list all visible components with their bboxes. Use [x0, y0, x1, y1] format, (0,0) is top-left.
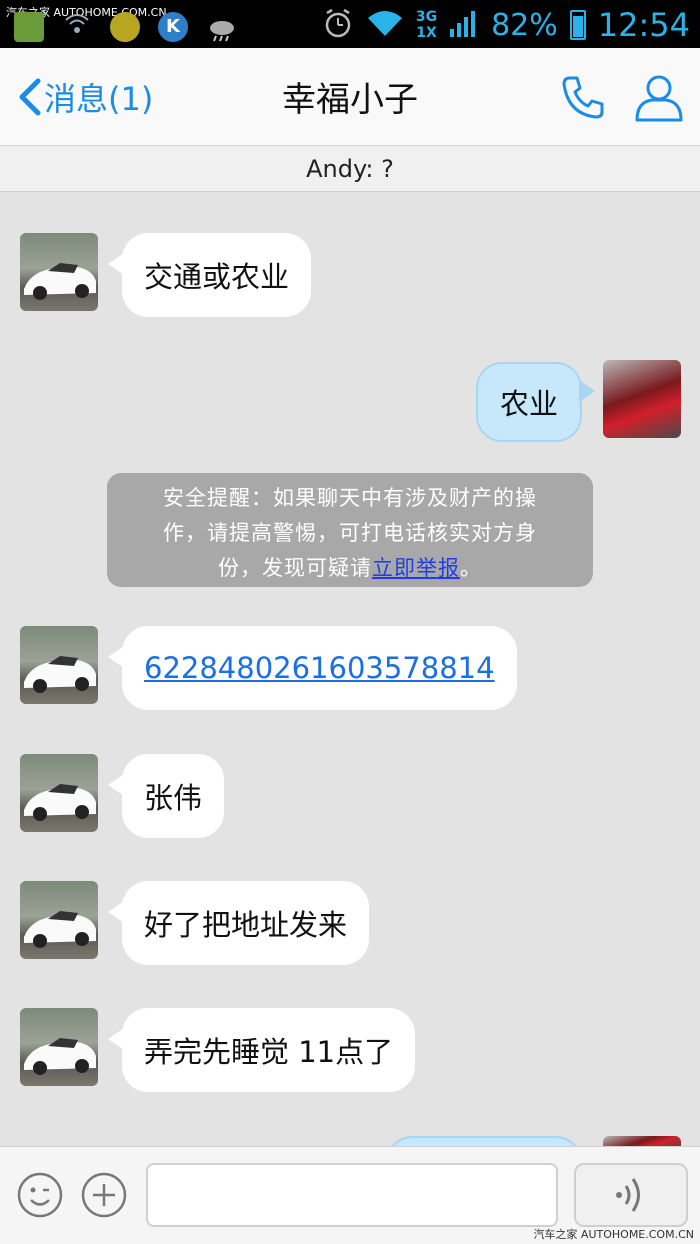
status-bar: 汽车之家 AUTOHOME.COM.CN K 3G 1X 82% 12:54	[0, 0, 700, 48]
title-bar: 消息(1) 幸福小子	[0, 48, 700, 146]
clock: 12:54	[597, 6, 690, 44]
emoji-button[interactable]	[16, 1171, 64, 1219]
message-bubble-link[interactable]: 6228480261603578814	[108, 626, 517, 710]
wifi-hotspot-icon	[62, 12, 92, 46]
k-app-icon: K	[158, 12, 188, 42]
profile-icon	[635, 75, 683, 122]
avatar[interactable]	[20, 233, 98, 311]
message-input[interactable]	[146, 1163, 558, 1227]
network-type: 3G 1X	[415, 9, 438, 41]
wifi-icon	[366, 8, 404, 42]
last-message-notice[interactable]: Andy: ?	[0, 146, 700, 192]
voice-icon	[616, 1178, 640, 1212]
message-bubble[interactable]: 交通或农业	[107, 233, 312, 317]
weather-icon	[206, 12, 238, 46]
voice-button[interactable]	[574, 1163, 688, 1227]
alarm-icon	[322, 7, 354, 43]
message-bubble[interactable]: 弄完先睡觉 11点了	[107, 1008, 416, 1092]
notification-icons: K	[14, 12, 238, 46]
call-button[interactable]	[558, 72, 608, 122]
signal-icon	[449, 9, 479, 41]
app-icon	[14, 12, 44, 42]
avatar[interactable]	[20, 626, 98, 704]
avatar[interactable]	[20, 1008, 98, 1086]
profile-button[interactable]	[632, 70, 686, 124]
plus-button[interactable]	[80, 1171, 128, 1219]
phone-icon	[562, 76, 604, 119]
system-status: 3G 1X 82% 12:54	[322, 6, 690, 44]
message-bubble[interactable]: 张伟	[107, 754, 225, 838]
watermark: 汽车之家 AUTOHOME.COM.CN	[533, 1228, 694, 1241]
back-label: 消息(1)	[44, 80, 154, 118]
battery-icon	[569, 10, 586, 40]
plus-icon	[81, 1172, 127, 1218]
safety-notice: 安全提醒：如果聊天中有涉及财产的操 作，请提高警惕，可打电话核实对方身 份，发现…	[107, 473, 593, 587]
avatar[interactable]	[20, 881, 98, 959]
avatar[interactable]	[20, 754, 98, 832]
message-bubble[interactable]: 好了把地址发来	[107, 881, 370, 965]
report-link[interactable]: 立即举报	[372, 556, 460, 580]
back-button[interactable]: 消息(1)	[16, 74, 153, 120]
battery-percent: 82%	[491, 7, 558, 43]
emoji-icon	[17, 1172, 63, 1218]
message-bubble-sent[interactable]: 农业	[476, 362, 596, 442]
avatar[interactable]	[603, 360, 681, 438]
chevron-left-icon	[19, 78, 41, 116]
app-icon	[110, 12, 140, 42]
